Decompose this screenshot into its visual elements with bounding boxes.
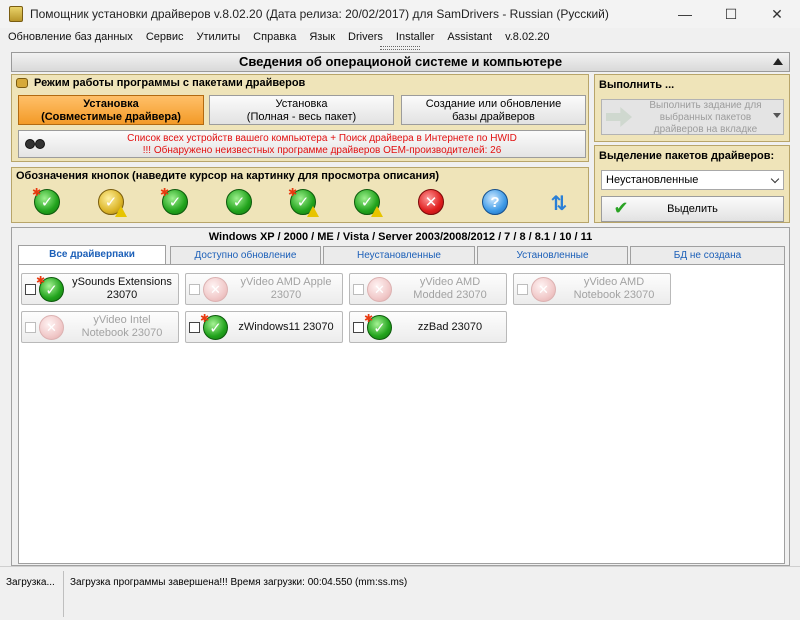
minimize-button[interactable]: — bbox=[662, 0, 708, 28]
binoculars-icon bbox=[25, 137, 47, 151]
driverpack-card[interactable]: yVideo AMD Apple 23070 bbox=[185, 273, 343, 305]
yellow-check-warning-icon[interactable]: ✓ bbox=[98, 189, 127, 217]
red-cross-icon bbox=[531, 277, 556, 302]
status-loading: Загрузка... bbox=[6, 577, 55, 588]
green-check-new-icon[interactable]: ✓ ✱ bbox=[32, 187, 60, 215]
create-database-button[interactable]: Создание или обновление базы драйверов bbox=[401, 95, 586, 125]
driverpack-checkbox[interactable] bbox=[25, 284, 36, 295]
driverpacks-area: Windows XP / 2000 / ME / Vista / Server … bbox=[11, 227, 790, 566]
driverpack-list: ✱ ySounds Extensions 23070 yVideo AMD Ap… bbox=[18, 264, 785, 564]
selection-panel-title: Выделение пакетов драйверов: bbox=[599, 150, 775, 162]
green-check-star-icon: ✱ bbox=[364, 313, 392, 340]
selection-filter-select[interactable]: Неустановленные bbox=[601, 170, 784, 190]
green-check-warning-icon[interactable]: ✓ bbox=[354, 189, 383, 217]
refresh-arrows-icon[interactable]: ⇅ bbox=[546, 191, 572, 215]
driverpack-checkbox[interactable] bbox=[189, 322, 200, 333]
driverpack-checkbox[interactable] bbox=[353, 284, 364, 295]
mode-panel-title: Режим работы программы с пакетами драйве… bbox=[34, 77, 306, 89]
tab-installed[interactable]: Установленные bbox=[477, 246, 628, 264]
red-cross-icon bbox=[39, 315, 64, 340]
oem-drivers-warning: !!! Обнаружено неизвестных программе дра… bbox=[142, 145, 502, 156]
system-info-header[interactable]: Сведения об операционой системе и компью… bbox=[11, 52, 790, 72]
execute-panel: Выполнить ... Выполнить задание для выбр… bbox=[594, 74, 790, 142]
execute-task-button[interactable]: Выполнить задание для выбранных пакетов … bbox=[601, 99, 784, 135]
install-compatible-button[interactable]: Установка (Совместимые драйвера) bbox=[18, 95, 204, 125]
tab-not-installed[interactable]: Неустановленные bbox=[323, 246, 475, 264]
select-button[interactable]: ✔ Выделить bbox=[601, 196, 784, 222]
splitter-grip[interactable] bbox=[380, 46, 420, 50]
menu-language[interactable]: Язык bbox=[309, 31, 335, 43]
driverpack-card[interactable]: yVideo Intel Notebook 23070 bbox=[21, 311, 179, 343]
driverpack-checkbox[interactable] bbox=[189, 284, 200, 295]
green-check-star-icon: ✱ bbox=[200, 313, 228, 340]
menu-assistant[interactable]: Assistant bbox=[447, 31, 492, 43]
dropdown-arrow-icon bbox=[773, 113, 781, 118]
tab-all-driverpacks[interactable]: Все драйверпаки bbox=[18, 245, 166, 265]
blue-question-icon[interactable]: ? bbox=[482, 189, 508, 215]
menu-version[interactable]: v.8.02.20 bbox=[505, 31, 549, 43]
menu-installer[interactable]: Installer bbox=[396, 31, 435, 43]
green-check-icon[interactable]: ✓ bbox=[226, 189, 252, 215]
close-button[interactable]: ✕ bbox=[754, 0, 800, 28]
execute-panel-title: Выполнить ... bbox=[599, 79, 675, 91]
status-bar: Загрузка... Загрузка программы завершена… bbox=[0, 566, 800, 620]
menu-help[interactable]: Справка bbox=[253, 31, 296, 43]
driverpack-card[interactable]: yVideo AMD Modded 23070 bbox=[349, 273, 507, 305]
driverpack-tabs: Все драйверпаки Доступно обновление Неус… bbox=[18, 245, 785, 265]
device-list-button[interactable]: Список всех устройств вашего компьютера … bbox=[18, 130, 586, 158]
minimize-icon: — bbox=[678, 6, 692, 22]
tab-db-not-created[interactable]: БД не создана bbox=[630, 246, 785, 264]
chevron-down-icon bbox=[770, 174, 780, 184]
green-check-star-icon: ✱ bbox=[36, 275, 64, 302]
close-icon: ✕ bbox=[771, 5, 783, 22]
driverpack-checkbox[interactable] bbox=[25, 322, 36, 333]
maximize-icon: ☐ bbox=[724, 5, 738, 22]
selection-panel: Выделение пакетов драйверов: Неустановле… bbox=[594, 145, 790, 223]
driverpack-card[interactable]: yVideo AMD Notebook 23070 bbox=[513, 273, 671, 305]
os-support-line: Windows XP / 2000 / ME / Vista / Server … bbox=[208, 231, 593, 243]
driverpack-card[interactable]: ✱ ySounds Extensions 23070 bbox=[21, 273, 179, 305]
green-check-icon: ✔ bbox=[613, 198, 629, 218]
menu-service[interactable]: Сервис bbox=[146, 31, 184, 43]
driverpack-card[interactable]: ✱ zzBad 23070 bbox=[349, 311, 507, 343]
menu-bar: Обновление баз данных Сервис Утилиты Спр… bbox=[0, 28, 800, 46]
title-bar: Помощник установки драйверов v.8.02.20 (… bbox=[0, 0, 800, 28]
legend-panel-title: Обозначения кнопок (наведите курсор на к… bbox=[16, 170, 440, 182]
green-check-star-icon[interactable]: ✓ ✱ bbox=[160, 187, 188, 215]
legend-panel: Обозначения кнопок (наведите курсор на к… bbox=[11, 167, 589, 223]
maximize-button[interactable]: ☐ bbox=[708, 0, 754, 28]
collapse-triangle-icon bbox=[773, 58, 783, 65]
app-icon bbox=[9, 6, 23, 22]
window-title: Помощник установки драйверов v.8.02.20 (… bbox=[30, 7, 609, 21]
hwid-search-text: Список всех устройств вашего компьютера … bbox=[127, 133, 517, 144]
hand-pointer-icon bbox=[16, 78, 28, 88]
green-check-star-warning-icon[interactable]: ✓ ✱ bbox=[288, 187, 319, 217]
section-title: Сведения об операционой системе и компью… bbox=[238, 54, 563, 69]
driverpack-card[interactable]: ✱ zWindows11 23070 bbox=[185, 311, 343, 343]
main-window: Помощник установки драйверов v.8.02.20 (… bbox=[0, 0, 800, 620]
menu-utilities[interactable]: Утилиты bbox=[196, 31, 240, 43]
red-cross-icon[interactable]: ✕ bbox=[418, 189, 444, 215]
red-cross-icon bbox=[367, 277, 392, 302]
menu-drivers[interactable]: Drivers bbox=[348, 31, 383, 43]
status-message: Загрузка программы завершена!!! Время за… bbox=[70, 577, 408, 588]
driverpack-checkbox[interactable] bbox=[517, 284, 528, 295]
driverpack-checkbox[interactable] bbox=[353, 322, 364, 333]
tab-update-available[interactable]: Доступно обновление bbox=[170, 246, 321, 264]
install-full-button[interactable]: Установка (Полная - весь пакет) bbox=[209, 95, 394, 125]
mode-panel: Режим работы программы с пакетами драйве… bbox=[11, 74, 589, 162]
menu-update-db[interactable]: Обновление баз данных bbox=[8, 31, 133, 43]
red-cross-icon bbox=[203, 277, 228, 302]
